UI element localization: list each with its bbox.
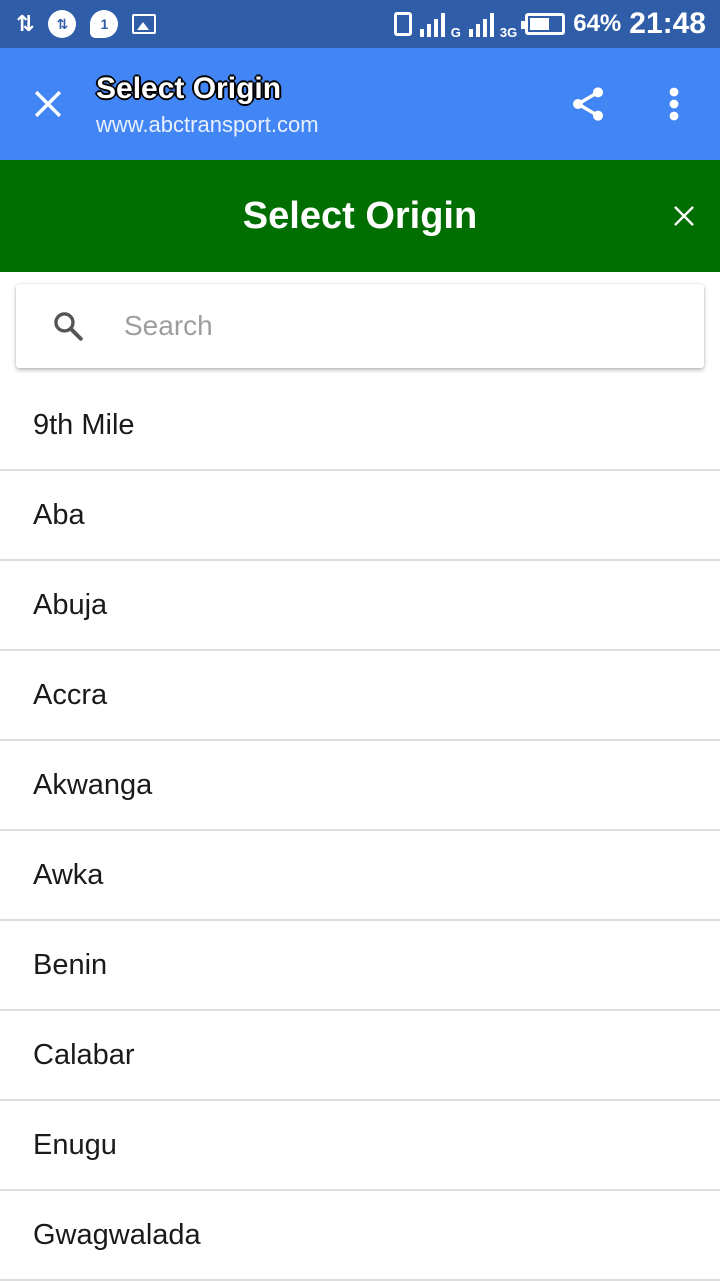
share-icon	[573, 87, 603, 121]
list-item[interactable]: Abuja	[0, 561, 720, 651]
vibrate-icon	[393, 12, 412, 36]
app-bar-titles: Select Origin www.abctransport.com	[96, 70, 319, 140]
search-icon	[48, 306, 88, 346]
list-item[interactable]: Awka	[0, 831, 720, 921]
page-title: Select Origin	[96, 72, 282, 105]
signal-icon-sim1	[419, 11, 445, 37]
sync-notification-icon: ⇅	[48, 10, 77, 38]
network-type-sim2: 3G	[499, 25, 518, 40]
list-item[interactable]: Enugu	[0, 1101, 720, 1191]
status-bar-right: G 3G 64% 21:48	[393, 6, 706, 42]
list-item[interactable]: Accra	[0, 651, 720, 741]
image-notification-icon	[132, 14, 157, 34]
close-tab-button[interactable]	[22, 78, 74, 130]
dialog-title: Select Origin	[242, 195, 478, 237]
list-item[interactable]: Akwanga	[0, 741, 720, 831]
list-item[interactable]: Calabar	[0, 1011, 720, 1101]
signal-icon-sim2	[468, 11, 494, 37]
list-item[interactable]: Gwagwalada	[0, 1191, 720, 1281]
dialog-close-button[interactable]	[660, 192, 708, 240]
list-item[interactable]: Benin	[0, 921, 720, 1011]
close-icon	[674, 206, 694, 226]
battery-percent: 64%	[573, 10, 622, 37]
battery-icon	[521, 13, 566, 35]
search-box	[16, 284, 704, 368]
more-vert-icon	[669, 87, 679, 121]
origin-list: 9th Mile Aba Abuja Accra Akwanga Awka Be…	[0, 382, 720, 1281]
data-transfer-icon: ⇅	[16, 11, 35, 36]
clock: 21:48	[629, 7, 706, 40]
status-bar-left: ⇅ ⇅ 1	[16, 9, 157, 39]
close-icon	[34, 90, 62, 118]
more-options-button[interactable]	[648, 78, 700, 130]
app-bar: Select Origin www.abctransport.com	[0, 48, 720, 160]
network-type-sim1: G	[450, 25, 461, 40]
list-item[interactable]: Aba	[0, 471, 720, 561]
search-input[interactable]	[124, 300, 684, 352]
list-item[interactable]: 9th Mile	[0, 382, 720, 471]
status-bar: ⇅ ⇅ 1 G 3G 64% 21:48	[0, 0, 720, 48]
share-button[interactable]	[562, 78, 614, 130]
dialog-header: Select Origin	[0, 160, 720, 272]
page-url: www.abctransport.com	[96, 112, 319, 137]
message-notification-icon: 1	[90, 10, 119, 38]
